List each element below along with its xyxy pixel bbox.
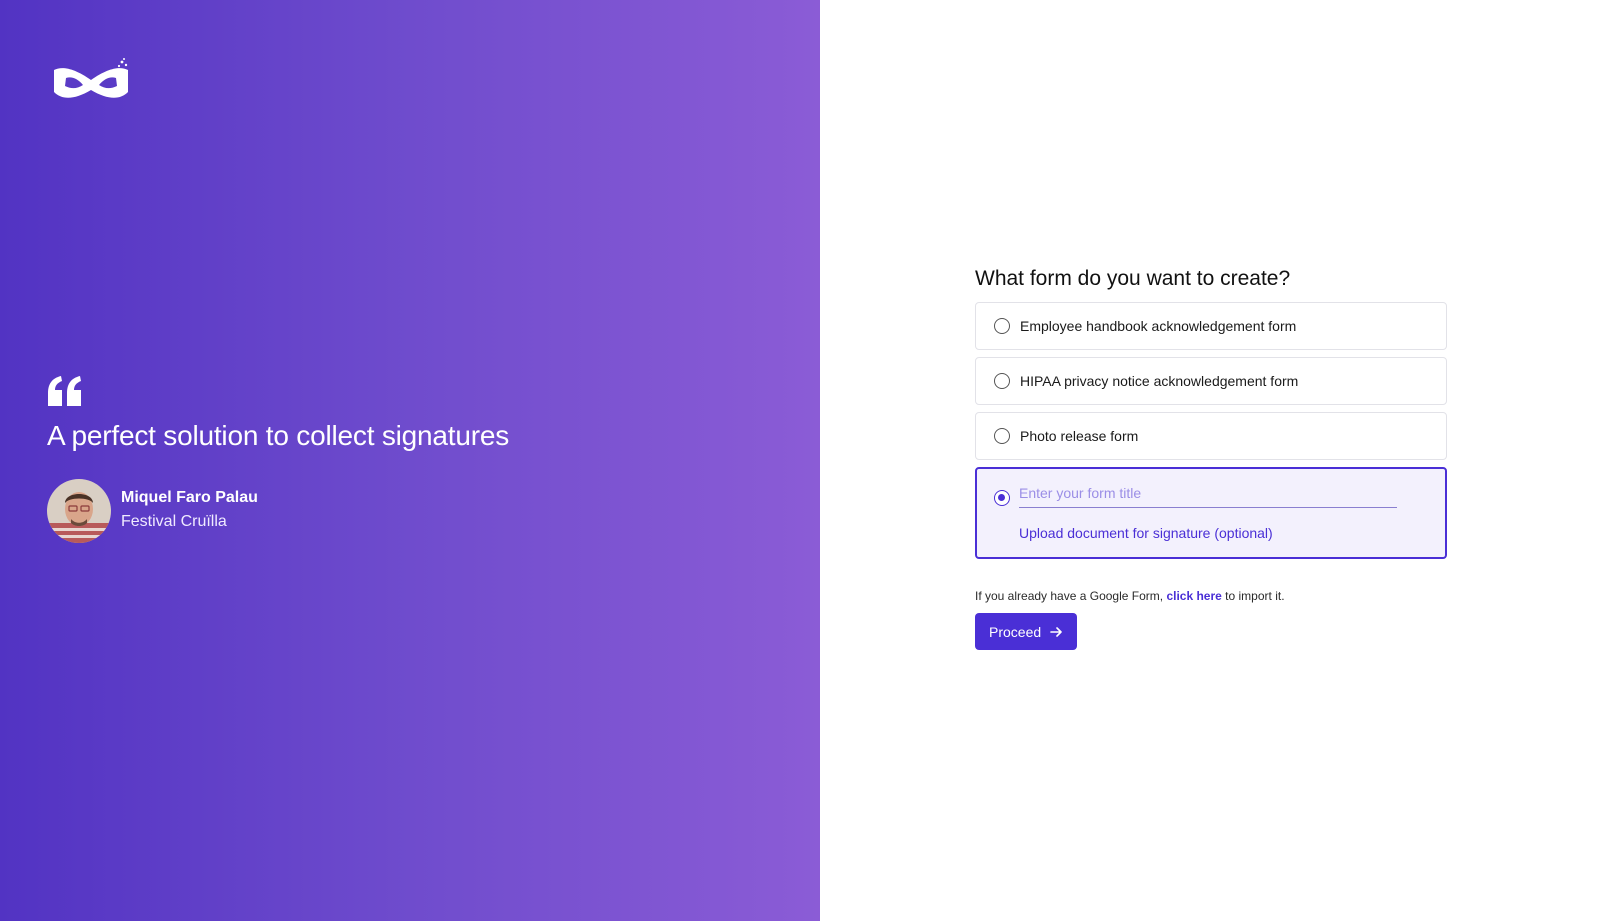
radio-button[interactable]: [994, 428, 1010, 444]
import-google-form-link[interactable]: click here: [1166, 589, 1221, 603]
form-type-selector: What form do you want to create? Employe…: [975, 262, 1447, 650]
radio-button[interactable]: [994, 373, 1010, 389]
quote-mark-icon: [48, 376, 81, 406]
form-panel: What form do you want to create? Employe…: [820, 0, 1600, 921]
option-employee-handbook[interactable]: Employee handbook acknowledgement form: [975, 302, 1447, 350]
option-custom-form[interactable]: Upload document for signature (optional): [975, 467, 1447, 559]
google-form-import-hint: If you already have a Google Form, click…: [975, 589, 1447, 603]
option-hipaa-privacy-notice[interactable]: HIPAA privacy notice acknowledgement for…: [975, 357, 1447, 405]
brand-panel: A perfect solution to collect signatures…: [0, 0, 820, 921]
radio-button-selected[interactable]: [994, 490, 1010, 506]
import-hint-prefix: If you already have a Google Form,: [975, 589, 1164, 603]
option-label: HIPAA privacy notice acknowledgement for…: [1020, 373, 1299, 389]
testimonial-author: Miquel Faro Palau Festival Cruïlla: [47, 479, 258, 543]
author-organization: Festival Cruïlla: [121, 513, 227, 530]
avatar: [47, 479, 111, 543]
arrow-right-icon: [1049, 625, 1063, 639]
page: A perfect solution to collect signatures…: [0, 0, 1600, 921]
proceed-button-label: Proceed: [989, 623, 1042, 640]
proceed-button[interactable]: Proceed: [975, 613, 1078, 650]
mask-logo-icon: [54, 58, 128, 98]
option-photo-release[interactable]: Photo release form: [975, 412, 1447, 460]
option-label: Employee handbook acknowledgement form: [1020, 318, 1297, 334]
radio-button[interactable]: [994, 318, 1010, 334]
option-label: Photo release form: [1020, 428, 1139, 444]
upload-document-link[interactable]: Upload document for signature (optional): [1019, 525, 1273, 541]
import-hint-suffix: to import it.: [1225, 589, 1285, 603]
page-title: What form do you want to create?: [975, 267, 1291, 290]
testimonial-quote: A perfect solution to collect signatures: [47, 420, 510, 451]
form-title-input[interactable]: [1019, 479, 1397, 508]
author-name: Miquel Faro Palau: [121, 489, 258, 506]
